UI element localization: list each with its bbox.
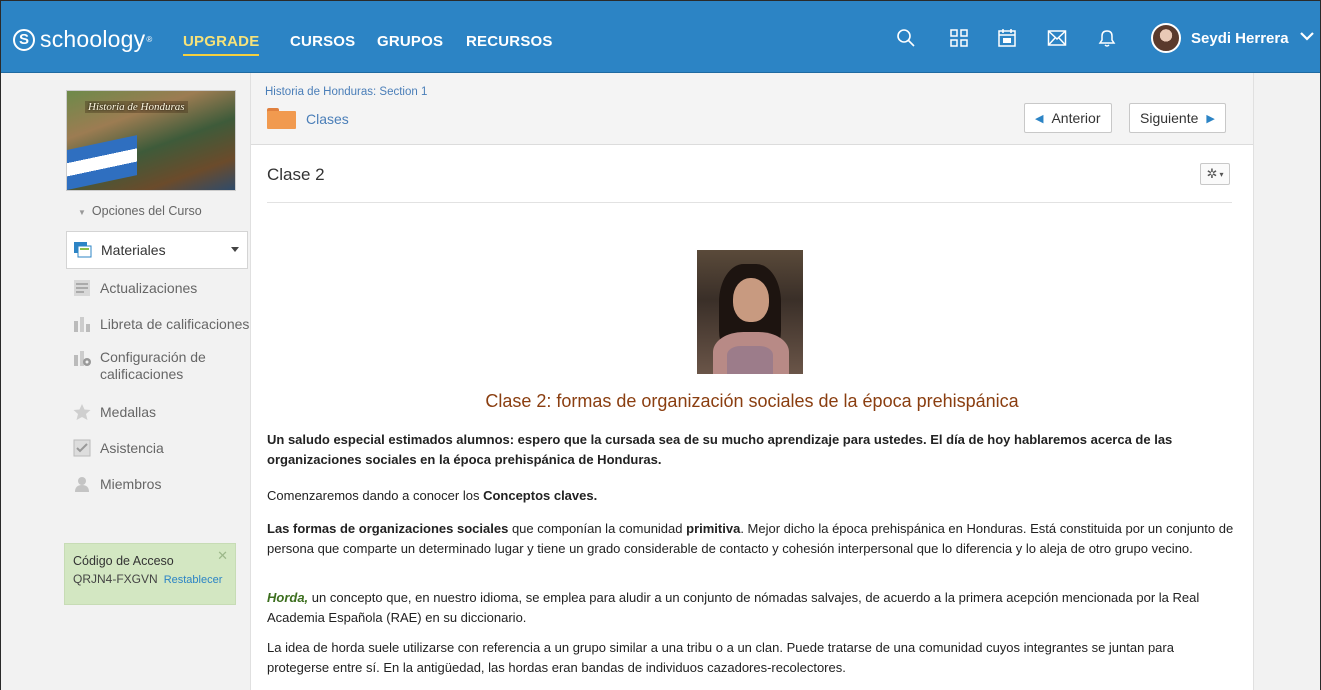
materials-icon <box>73 241 93 259</box>
sidebar-item-actualizaciones[interactable]: Actualizaciones <box>66 270 248 306</box>
sidebar-item-materiales[interactable]: Materiales <box>66 231 248 269</box>
user-menu[interactable]: Seydi Herrera <box>1151 23 1315 53</box>
sidebar-item-asistencia[interactable]: Asistencia <box>66 430 248 466</box>
updates-icon <box>72 279 92 297</box>
user-name: Seydi Herrera <box>1191 29 1289 47</box>
nav-cursos[interactable]: CURSOS <box>290 33 355 50</box>
sidebar-item-label: Configuración de calificaciones <box>100 349 206 382</box>
logo-s-icon: S <box>13 28 35 51</box>
divider <box>267 202 1232 203</box>
text-bold: Las formas de organizaciones sociales <box>267 521 509 536</box>
sidebar-item-label: Materiales <box>101 242 166 258</box>
sidebar-item-label: Libreta de calificaciones <box>100 316 250 332</box>
gear-icon: ✲ <box>1206 166 1218 181</box>
term-horda: Horda, <box>267 590 309 605</box>
attendance-icon <box>72 439 92 457</box>
nav-upgrade[interactable]: UPGRADE <box>183 33 260 56</box>
main-content: Historia de Honduras: Section 1 Clases ◀… <box>250 73 1254 690</box>
flag-decoration <box>67 135 137 190</box>
course-image[interactable]: Historia de Honduras <box>66 90 236 191</box>
bell-icon[interactable] <box>1094 25 1120 51</box>
breadcrumb-bar: Historia de Honduras: Section 1 Clases ◀… <box>251 73 1253 145</box>
caret-down-icon: ▾ <box>1219 169 1224 179</box>
previous-label: Anterior <box>1051 110 1101 126</box>
next-label: Siguiente <box>1140 110 1199 126</box>
sidebar-item-medallas[interactable]: Medallas <box>66 394 248 430</box>
content-heading: Clase 2: formas de organización sociales… <box>485 391 1019 411</box>
sidebar-item-label: Asistencia <box>100 440 164 456</box>
triangle-down-icon: ▼ <box>78 208 86 217</box>
members-icon <box>72 475 92 493</box>
text: Comenzaremos dando a conocer los <box>267 488 484 503</box>
next-button[interactable]: Siguiente ▶ <box>1129 103 1226 133</box>
text-bold: Conceptos claves. <box>483 488 598 503</box>
sidebar-item-label: Medallas <box>100 404 157 420</box>
apps-grid-icon[interactable] <box>946 25 972 51</box>
nav-recursos[interactable]: RECURSOS <box>466 33 553 50</box>
sidebar-item-miembros[interactable]: Miembros <box>66 466 248 502</box>
schoology-logo[interactable]: S schoology ® <box>13 26 152 53</box>
sidebar-item-configuracion[interactable]: Configuración de calificaciones <box>66 342 248 394</box>
teacher-photo <box>697 250 803 374</box>
paragraph-intro: Comenzaremos dando a conocer los Concept… <box>267 486 1235 506</box>
caret-down-icon[interactable] <box>231 247 239 252</box>
mail-icon[interactable] <box>1044 25 1070 51</box>
chevron-down-icon <box>1299 29 1315 47</box>
gradebook-icon <box>72 315 92 333</box>
sidebar-item-libreta[interactable]: Libreta de calificaciones <box>66 306 250 342</box>
arrow-left-icon: ◀ <box>1035 112 1044 125</box>
course-options-label: Opciones del Curso <box>91 204 202 218</box>
breadcrumb[interactable]: Historia de Honduras: Section 1 <box>265 86 427 98</box>
access-code-heading: Código de Acceso <box>73 554 174 568</box>
nav-grupos[interactable]: GRUPOS <box>377 33 443 50</box>
app-frame: S schoology ® UPGRADE CURSOS GRUPOS RECU… <box>0 0 1321 690</box>
paragraph-definition: Las formas de organizaciones sociales qu… <box>267 519 1235 558</box>
access-code-value: QRJN4-FXGVN <box>73 572 158 586</box>
close-icon[interactable]: ✕ <box>217 548 228 564</box>
folder-link[interactable]: Clases <box>306 111 349 127</box>
logo-text: schoology <box>40 26 146 52</box>
text-bold: primitiva <box>686 521 741 536</box>
logo-trademark: ® <box>146 35 153 44</box>
course-image-title: Historia de Honduras <box>85 101 188 113</box>
course-options-toggle[interactable]: ▼ Opciones del Curso <box>78 204 202 218</box>
search-icon[interactable] <box>893 25 919 51</box>
folder-icon <box>267 108 296 129</box>
course-menu: Materiales Actualizaciones Libreta de ca… <box>66 231 250 502</box>
text: un concepto que, en nuestro idioma, se e… <box>267 590 1200 625</box>
reset-code-link[interactable]: Restablecer <box>164 574 223 586</box>
page-title: Clase 2 <box>267 165 325 184</box>
avatar <box>1151 23 1181 53</box>
paragraph-greeting: Un saludo especial estimados alumnos: es… <box>267 432 1173 467</box>
gear-menu-button[interactable]: ✲ ▾ <box>1200 163 1230 185</box>
calendar-icon[interactable] <box>994 25 1020 51</box>
text: que componían la comunidad <box>508 521 687 536</box>
sidebar-item-label: Miembros <box>100 476 162 492</box>
top-navbar: S schoology ® UPGRADE CURSOS GRUPOS RECU… <box>1 1 1320 73</box>
paragraph-horda-idea: La idea de horda suele utilizarse con re… <box>267 640 1174 675</box>
badge-icon <box>72 403 92 421</box>
previous-button[interactable]: ◀ Anterior <box>1024 103 1112 133</box>
sidebar-item-label: Actualizaciones <box>100 280 198 296</box>
arrow-right-icon: ▶ <box>1206 112 1215 125</box>
grade-settings-icon <box>72 349 92 367</box>
paragraph-horda: Horda, un concepto que, en nuestro idiom… <box>267 588 1235 627</box>
access-code-box: ✕ Código de Acceso QRJN4-FXGVN Restablece… <box>64 543 236 605</box>
